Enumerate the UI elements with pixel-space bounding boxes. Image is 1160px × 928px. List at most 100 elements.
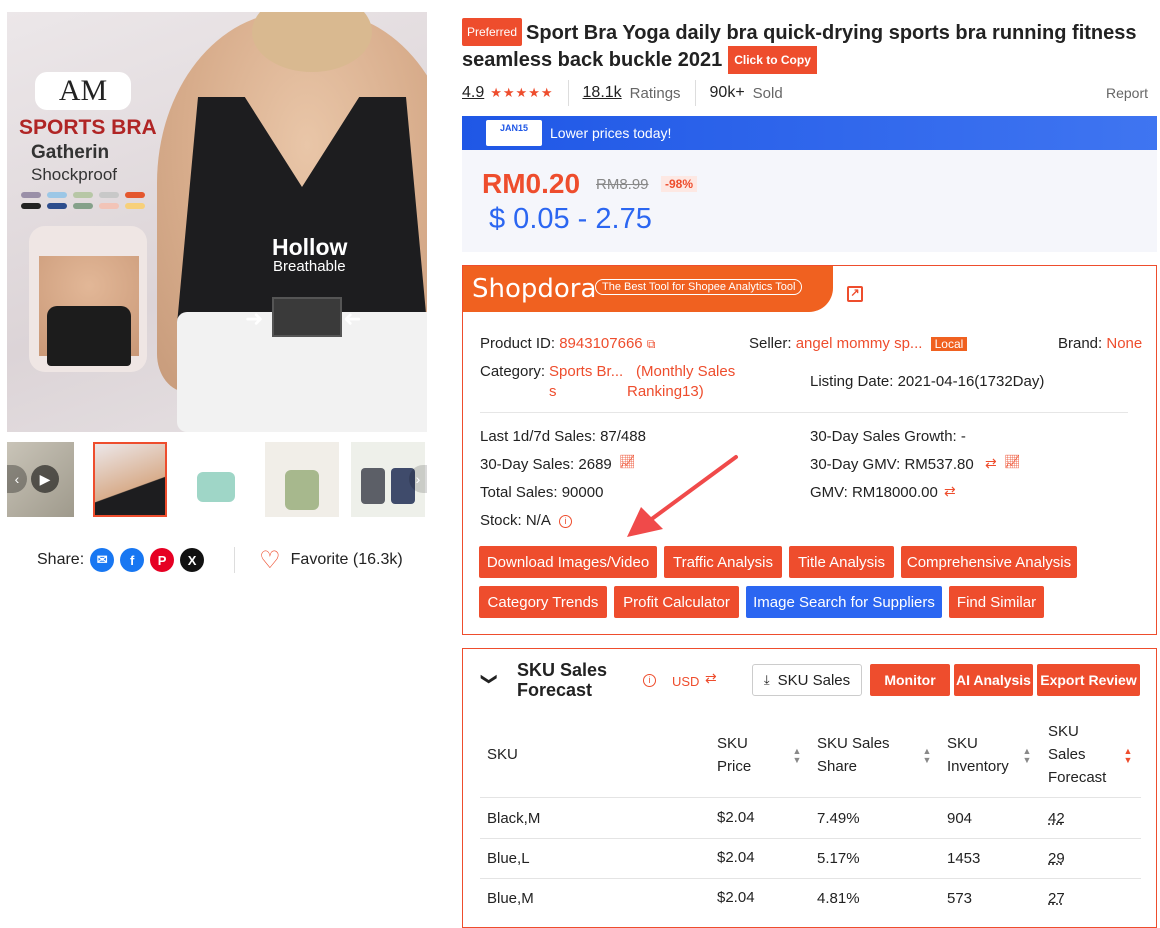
export-review-button[interactable]: Export Review <box>1037 664 1140 696</box>
category-value-line1[interactable]: Sports Br... <box>549 363 623 380</box>
header-fc-l2: Sales <box>1048 746 1086 763</box>
collapse-chevron-icon[interactable]: ❯ <box>480 672 500 685</box>
row2-forecast[interactable]: 29 <box>1048 850 1065 867</box>
rating-divider <box>567 80 569 106</box>
sort-forecast-icon[interactable]: ▲ ▼ <box>1123 747 1133 765</box>
comprehensive-analysis-button[interactable]: Comprehensive Analysis <box>901 546 1077 578</box>
arrow-left-graphic: ➜ <box>245 306 264 331</box>
row2-sku: Blue,L <box>487 850 530 867</box>
messenger-icon[interactable]: ✉ <box>90 548 115 572</box>
row2-inventory: 1453 <box>947 850 981 867</box>
ai-analysis-button[interactable]: AI Analysis <box>954 664 1033 696</box>
current-price: RM0.20 <box>482 168 581 199</box>
row3-share: 4.81% <box>817 890 860 907</box>
external-link-icon[interactable]: ↗ <box>847 286 863 302</box>
brand-logo: AM <box>35 72 131 110</box>
listing-date-label: Listing Date: <box>810 373 894 390</box>
x-twitter-icon[interactable]: X <box>180 548 205 572</box>
header-sku-price[interactable]: SKU Price <box>717 732 751 778</box>
sort-price-icon[interactable]: ▲ ▼ <box>792 747 802 765</box>
row3-forecast[interactable]: 27 <box>1048 890 1065 907</box>
facebook-icon[interactable]: f <box>120 548 145 572</box>
row2-share: 5.17% <box>817 850 860 867</box>
seller-value[interactable]: angel mommy sp... <box>796 335 923 352</box>
gmv-trend-icon[interactable]: 📈︎ <box>1004 454 1021 470</box>
stock: Stock: N/A <box>480 512 551 529</box>
currency-label[interactable]: USD <box>672 674 699 689</box>
copy-icon[interactable]: ⧉ <box>647 337 656 351</box>
ratings-count[interactable]: 18.1k <box>583 84 622 102</box>
header-sku-forecast[interactable]: SKU Sales Forecast <box>1048 720 1106 789</box>
download-images-video-button[interactable]: Download Images/Video <box>479 546 657 578</box>
sku-sales-button-label: SKU Sales <box>777 671 851 689</box>
share-divider <box>234 547 236 573</box>
row1-share: 7.49% <box>817 810 860 827</box>
header-fc-l1: SKU <box>1048 723 1079 740</box>
profit-calculator-button[interactable]: Profit Calculator <box>614 586 739 618</box>
hollow-text: Hollow <box>272 234 348 260</box>
total-sales: Total Sales: 90000 <box>480 484 604 501</box>
category-label: Category: <box>480 363 546 380</box>
report-link[interactable]: Report <box>1106 85 1148 101</box>
main-product-image[interactable]: AM SPORTS BRA Gatherin Shockproof Hollow… <box>7 12 427 432</box>
thumbnail-4[interactable] <box>265 442 339 517</box>
currency-toggle-icon[interactable]: ⇄ <box>705 670 717 687</box>
currency-swap-icon[interactable]: ⇄ <box>985 455 997 472</box>
share-row: Share: ✉ f P X ♡ Favorite (16.3k) <box>37 545 403 575</box>
product-id-row: Product ID: 8943107666 ⧉ <box>480 335 655 352</box>
monitor-button[interactable]: Monitor <box>870 664 950 696</box>
header-share-l1: SKU Sales <box>817 735 890 752</box>
sort-share-icon[interactable]: ▲ ▼ <box>922 747 932 765</box>
back-buckle <box>272 297 342 337</box>
thumbnail-2[interactable] <box>93 442 167 517</box>
local-badge: Local <box>930 337 968 351</box>
click-to-copy-button[interactable]: Click to Copy <box>728 46 817 74</box>
shopdora-header: Shopdora The Best Tool for Shopee Analyt… <box>463 266 833 312</box>
sku-sales-button[interactable]: ⤓ SKU Sales <box>752 664 862 696</box>
video-play-icon[interactable]: ▶ <box>31 465 59 493</box>
thumbnail-strip: ‹ ▶ › <box>7 441 427 519</box>
price-box: RM0.20 RM8.99 -98% $ 0.05 - 2.75 <box>462 150 1157 252</box>
sold-count: 90k+ <box>709 84 745 101</box>
pinterest-icon[interactable]: P <box>150 548 175 572</box>
product-id-value[interactable]: 8943107666 <box>559 335 642 352</box>
star-icons: ★★★★★ <box>490 85 554 100</box>
sku-info-icon[interactable]: i <box>643 674 656 687</box>
title-analysis-button[interactable]: Title Analysis <box>789 546 894 578</box>
row2-divider <box>480 878 1141 879</box>
original-price: RM8.99 <box>596 176 649 193</box>
find-similar-button[interactable]: Find Similar <box>949 586 1044 618</box>
promo-banner[interactable]: JAN15 Lower prices today! <box>462 116 1157 150</box>
gmv-30d: 30-Day GMV: RM537.80 <box>810 456 974 473</box>
header-sku[interactable]: SKU <box>487 743 518 766</box>
row1-inventory: 904 <box>947 810 973 827</box>
header-divider <box>480 797 1141 798</box>
traffic-analysis-button[interactable]: Traffic Analysis <box>664 546 782 578</box>
product-id-label: Product ID: <box>480 335 556 352</box>
header-sku-inventory[interactable]: SKU Inventory <box>947 732 1009 778</box>
header-price-l2: Price <box>717 758 752 775</box>
usd-price-range: $ 0.05 - 2.75 <box>489 203 652 235</box>
brand-value[interactable]: None <box>1106 335 1142 352</box>
category-trends-button[interactable]: Category Trends <box>479 586 607 618</box>
info-icon[interactable]: i <box>559 515 572 528</box>
breathable-text: Breathable <box>273 258 346 275</box>
rating-value[interactable]: 4.9 <box>462 84 484 102</box>
header-share-l2: Share <box>817 758 858 775</box>
heart-icon[interactable]: ♡ <box>259 546 281 575</box>
thumbnail-3[interactable] <box>179 442 253 517</box>
gmv-swap-icon[interactable]: ⇄ <box>944 483 956 500</box>
brand-label: Brand: <box>1058 335 1103 352</box>
row3-price: $2.04 <box>717 889 755 906</box>
header-sku-share[interactable]: SKU Sales Share <box>817 732 890 778</box>
row1-forecast[interactable]: 42 <box>1048 810 1065 827</box>
download-icon: ⤓ <box>763 672 770 687</box>
favorite-label[interactable]: Favorite (16.3k) <box>291 551 403 569</box>
seller-row: Seller: angel mommy sp... Local <box>749 335 968 352</box>
category-value-line2[interactable]: s <box>549 383 557 400</box>
sales-growth-30d: 30-Day Sales Growth: - <box>810 428 966 445</box>
sort-inventory-icon[interactable]: ▲ ▼ <box>1022 747 1032 765</box>
shopdora-tagline: The Best Tool for Shopee Analytics Tool <box>595 279 803 295</box>
image-subline-1: Gatherin <box>31 142 110 163</box>
image-search-suppliers-button[interactable]: Image Search for Suppliers <box>746 586 942 618</box>
